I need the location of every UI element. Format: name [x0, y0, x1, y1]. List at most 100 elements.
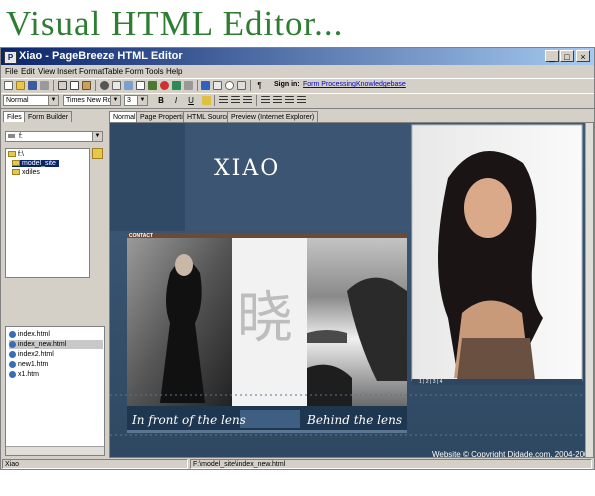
- back-arrow-icon[interactable]: [201, 81, 210, 90]
- knowledgebase-link[interactable]: Knowledgebase: [356, 81, 406, 88]
- underline-button[interactable]: U: [186, 96, 196, 106]
- drive-value: f:: [18, 133, 23, 140]
- menu-view[interactable]: View: [38, 67, 55, 76]
- new-file-icon[interactable]: [4, 81, 13, 90]
- files-pane: f: ▼ f:\ model_site xdiles index.html in…: [3, 123, 106, 457]
- list-item[interactable]: x1.htm: [9, 370, 39, 379]
- size-value: 3: [127, 97, 131, 104]
- close-button[interactable]: ×: [576, 50, 590, 62]
- flash-icon[interactable]: [172, 81, 181, 90]
- tab-files[interactable]: Files: [3, 111, 26, 122]
- save-icon[interactable]: [28, 81, 37, 90]
- tree-item-xdiles[interactable]: xdiles: [12, 169, 40, 176]
- maximize-button[interactable]: □: [560, 50, 574, 62]
- main-toolbar: ¶ Sign in: Form Processing Knowledgebase: [1, 78, 594, 94]
- find-icon[interactable]: [100, 81, 109, 90]
- file-name: index_new.html: [18, 341, 67, 348]
- site-logo: XIAO: [214, 156, 281, 181]
- outdent-icon[interactable]: [285, 96, 294, 105]
- window-title: Xiao - PageBreeze HTML Editor: [19, 50, 183, 62]
- settings-icon[interactable]: [225, 81, 234, 90]
- tab-form-builder[interactable]: Form Builder: [24, 111, 73, 122]
- vertical-scrollbar[interactable]: [585, 123, 593, 457]
- editor-window: P Xiao - PageBreeze HTML Editor _ □ × Fi…: [0, 47, 595, 470]
- menu-format[interactable]: Format: [79, 67, 104, 76]
- style-select[interactable]: Normal ▼: [3, 95, 59, 106]
- drive-icon: [8, 134, 15, 139]
- list-item[interactable]: index_new.html: [9, 340, 103, 349]
- bullet-list-icon[interactable]: [273, 96, 282, 105]
- sign-in-label: Sign in:: [274, 81, 300, 88]
- page-preview: [110, 123, 593, 457]
- cut-icon[interactable]: [58, 81, 67, 90]
- align-left-icon[interactable]: [219, 96, 228, 105]
- tree-item-label: f:\: [18, 151, 24, 158]
- menu-tools[interactable]: Tools: [145, 67, 164, 76]
- list-item[interactable]: index.html: [9, 330, 50, 339]
- indent-icon[interactable]: [297, 96, 306, 105]
- text-color-icon[interactable]: [202, 96, 211, 105]
- file-name: new1.htm: [18, 361, 49, 368]
- file-list: index.html index_new.html index2.html ne…: [5, 326, 105, 456]
- menu-help[interactable]: Help: [166, 67, 182, 76]
- nav-bar: [127, 233, 407, 238]
- title-bar[interactable]: P Xiao - PageBreeze HTML Editor _ □ ×: [1, 48, 594, 65]
- menu-insert[interactable]: Insert: [57, 67, 77, 76]
- kanji-glyph: 晓: [237, 286, 293, 351]
- tree-item-root[interactable]: f:\: [8, 151, 24, 158]
- horizontal-scrollbar[interactable]: [6, 446, 104, 455]
- file-name: x1.htm: [18, 371, 40, 378]
- tree-item-model-site[interactable]: model_site: [12, 160, 59, 167]
- italic-button[interactable]: I: [171, 96, 181, 106]
- status-document-title: Xiao: [2, 459, 188, 469]
- paste-icon[interactable]: [82, 81, 91, 90]
- tab-normal[interactable]: Normal: [109, 111, 140, 122]
- menu-table[interactable]: Table: [104, 67, 123, 76]
- new-folder-icon[interactable]: [92, 148, 103, 159]
- size-select[interactable]: 3 ▼: [124, 95, 148, 106]
- paragraph-icon[interactable]: ¶: [255, 81, 264, 90]
- minimize-button[interactable]: _: [545, 50, 559, 62]
- spell-check-icon[interactable]: [184, 81, 193, 90]
- app-icon: P: [4, 51, 17, 64]
- tab-preview[interactable]: Preview (Internet Explorer): [227, 111, 319, 122]
- font-select[interactable]: Times New Roman ▼: [63, 95, 121, 106]
- preview-icon[interactable]: [237, 81, 246, 90]
- replace-icon[interactable]: [112, 81, 121, 90]
- folder-icon: [12, 169, 20, 176]
- contact-link[interactable]: CONTACT: [129, 234, 153, 239]
- drive-select[interactable]: f: ▼: [5, 131, 103, 142]
- format-toolbar: Normal ▼ Times New Roman ▼ 3 ▼ B I U: [1, 93, 594, 109]
- file-name: index2.html: [18, 351, 54, 358]
- menu-edit[interactable]: Edit: [21, 67, 35, 76]
- file-name: index.html: [18, 331, 50, 338]
- chevron-down-icon: ▼: [137, 96, 147, 105]
- menu-bar: File Edit View Insert Format Table Form …: [1, 66, 594, 78]
- table-icon[interactable]: [136, 81, 145, 90]
- page-numbers[interactable]: 1 | 2 | 3 | 4: [419, 379, 442, 385]
- html-file-icon: [9, 370, 16, 378]
- caption-front-link[interactable]: In front of the lens: [132, 413, 246, 427]
- image-icon[interactable]: [124, 81, 133, 90]
- page-icon[interactable]: [213, 81, 222, 90]
- link-icon[interactable]: [148, 81, 157, 90]
- menu-file[interactable]: File: [5, 67, 18, 76]
- design-canvas[interactable]: XIAO CONTACT 晓 In front of the lens Behi…: [109, 122, 594, 458]
- tree-item-label: xdiles: [22, 169, 40, 176]
- form-processing-link[interactable]: Form Processing: [303, 81, 356, 88]
- numbered-list-icon[interactable]: [261, 96, 270, 105]
- menu-form[interactable]: Form: [125, 67, 144, 76]
- align-right-icon[interactable]: [243, 96, 252, 105]
- print-icon[interactable]: [40, 81, 49, 90]
- copy-icon[interactable]: [70, 81, 79, 90]
- open-folder-icon[interactable]: [16, 81, 25, 90]
- chevron-down-icon: ▼: [110, 96, 120, 105]
- folder-tree: f:\ model_site xdiles: [5, 148, 90, 278]
- list-item[interactable]: index2.html: [9, 350, 54, 359]
- align-center-icon[interactable]: [231, 96, 240, 105]
- caption-behind-link[interactable]: Behind the lens: [307, 413, 402, 427]
- form-icon[interactable]: [160, 81, 169, 90]
- list-item[interactable]: new1.htm: [9, 360, 48, 369]
- html-file-icon: [9, 330, 16, 338]
- bold-button[interactable]: B: [156, 96, 166, 106]
